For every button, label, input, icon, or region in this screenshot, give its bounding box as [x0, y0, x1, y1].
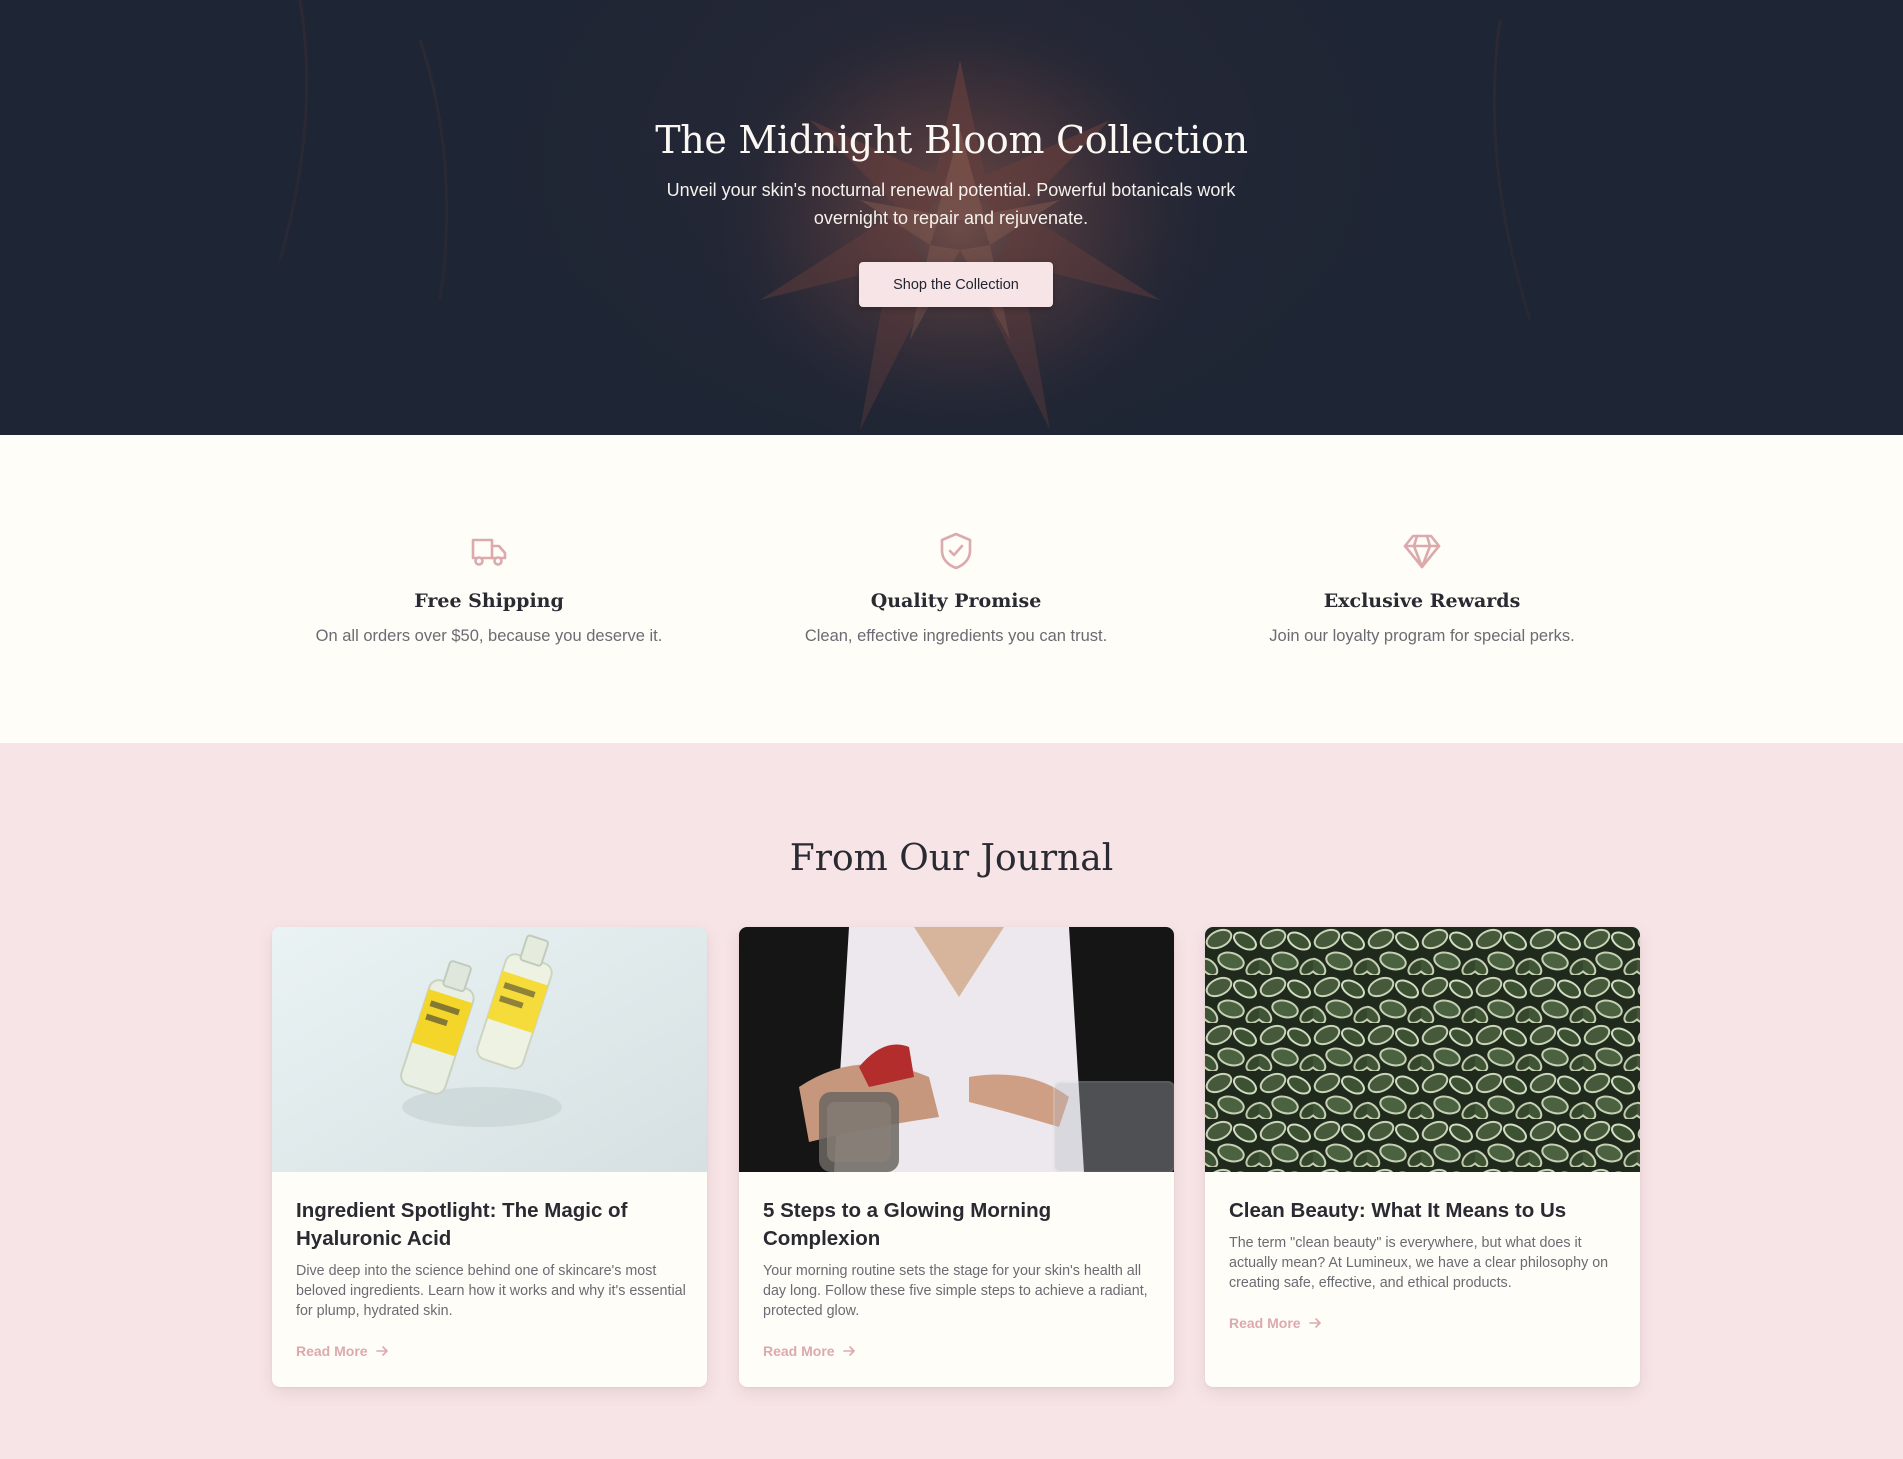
read-more-link[interactable]: Read More [1229, 1315, 1321, 1331]
serum-bottles-photo [272, 927, 707, 1172]
arrow-right-icon [842, 1346, 855, 1356]
feature-text: Join our loyalty program for special per… [1269, 627, 1575, 645]
green-leaves-photo [1205, 927, 1640, 1172]
card-body: Ingredient Spotlight: The Magic of Hyalu… [296, 1172, 686, 1361]
card-excerpt: Dive deep into the science behind one of… [296, 1263, 686, 1319]
arrow-right-icon [1308, 1318, 1321, 1328]
card-excerpt: The term "clean beauty" is everywhere, b… [1229, 1235, 1609, 1291]
read-more-label: Read More [1229, 1315, 1301, 1331]
arrow-right-icon [375, 1346, 388, 1356]
feature-text: On all orders over $50, because you dese… [315, 627, 663, 645]
read-more-link[interactable]: Read More [763, 1343, 855, 1359]
journal-section: From Our Journal Ingredient Spotlight: T… [0, 743, 1903, 1459]
hero-section: The Midnight Bloom Collection Unveil you… [0, 0, 1903, 435]
journal-card[interactable]: Clean Beauty: What It Means to Us The te… [1205, 927, 1640, 1387]
card-excerpt: Your morning routine sets the stage for … [763, 1263, 1148, 1319]
read-more-label: Read More [763, 1343, 835, 1359]
journal-card[interactable]: Ingredient Spotlight: The Magic of Hyalu… [272, 927, 707, 1387]
card-title[interactable]: Ingredient Spotlight: The Magic of Hyalu… [296, 1197, 686, 1253]
journal-card[interactable]: 5 Steps to a Glowing Morning Complexion … [739, 927, 1174, 1387]
shop-collection-button[interactable]: Shop the Collection [859, 262, 1053, 307]
hero-title: The Midnight Bloom Collection [655, 118, 1248, 162]
card-body: Clean Beauty: What It Means to Us The te… [1229, 1172, 1619, 1333]
feature-title: Quality Promise [870, 590, 1042, 612]
truck-icon [471, 538, 507, 566]
card-body: 5 Steps to a Glowing Morning Complexion … [763, 1172, 1153, 1361]
card-title[interactable]: 5 Steps to a Glowing Morning Complexion [763, 1197, 1153, 1253]
morning-routine-photo [739, 927, 1174, 1172]
read-more-link[interactable]: Read More [296, 1343, 388, 1359]
feature-title: Exclusive Rewards [1323, 590, 1521, 612]
feature-title: Free Shipping [414, 590, 564, 612]
hero-subtitle: Unveil your skin's nocturnal renewal pot… [666, 180, 1236, 228]
shield-check-icon [940, 532, 972, 570]
feature-text: Clean, effective ingredients you can tru… [804, 627, 1108, 645]
card-title[interactable]: Clean Beauty: What It Means to Us [1229, 1197, 1619, 1225]
journal-title: From Our Journal [789, 838, 1114, 879]
features-section: Free Shipping On all orders over $50, be… [0, 435, 1903, 743]
read-more-label: Read More [296, 1343, 368, 1359]
diamond-icon [1403, 534, 1441, 569]
